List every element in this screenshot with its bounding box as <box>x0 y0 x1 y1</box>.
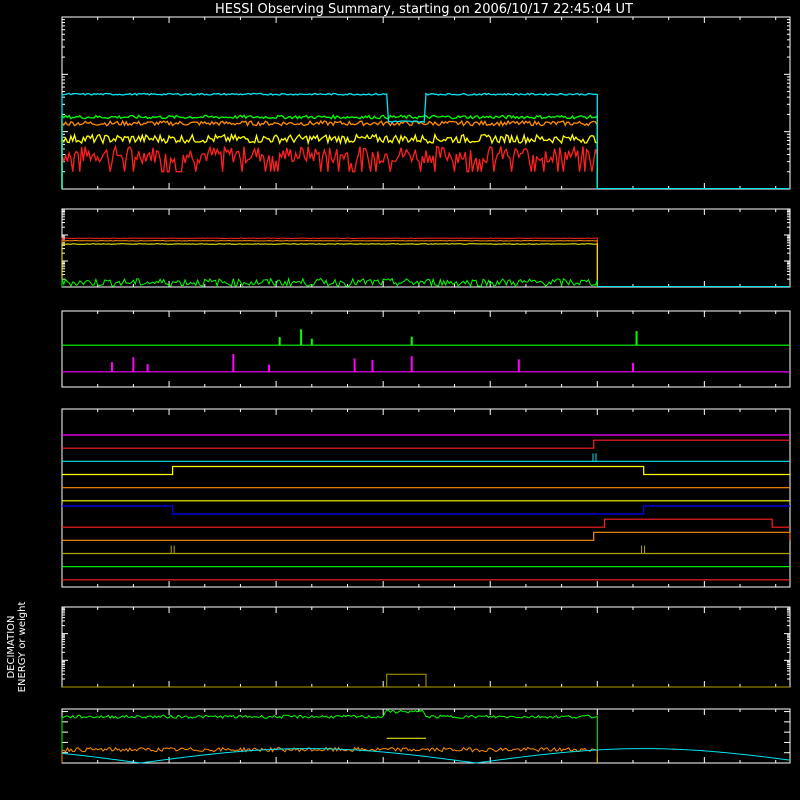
y-axis-label: DECIMATION <box>6 615 17 678</box>
figure-title: HESSI Observing Summary, starting on 200… <box>215 2 633 17</box>
y-axis-label: ENERGY or weight <box>17 602 28 693</box>
hessi-summary-figure: HESSI Observing Summary, starting on 200… <box>0 0 800 800</box>
